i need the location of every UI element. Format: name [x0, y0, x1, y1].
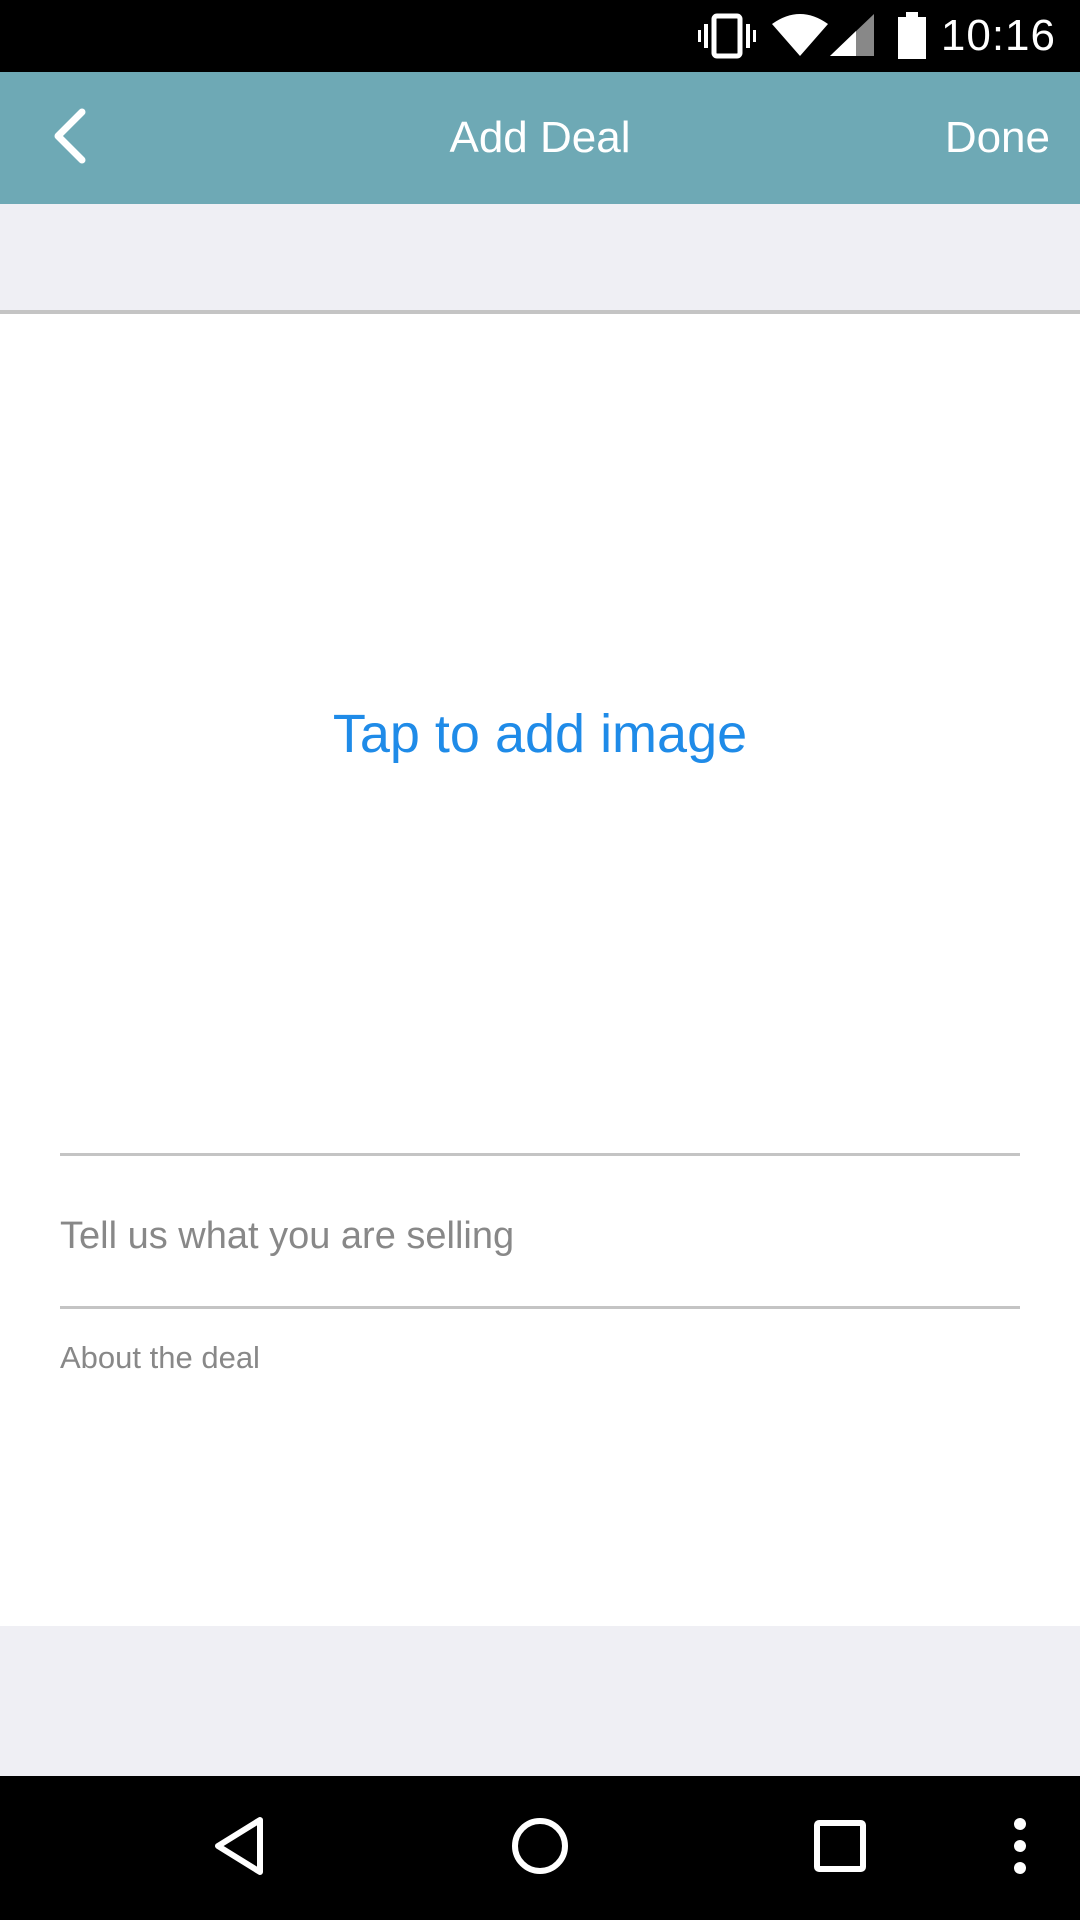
about-deal-input[interactable]	[60, 1340, 1020, 1600]
overflow-menu-button[interactable]	[990, 1798, 1050, 1898]
nav-recents-icon	[813, 1819, 867, 1878]
nav-home-button[interactable]	[490, 1798, 590, 1898]
app-bar: Add Deal Done	[0, 72, 1080, 204]
divider	[60, 1153, 1020, 1156]
nav-back-icon	[212, 1816, 268, 1881]
add-image-area[interactable]: Tap to add image	[0, 314, 1080, 1154]
status-bar: 10:16	[0, 0, 1080, 72]
top-band	[0, 204, 1080, 314]
navigation-bar	[0, 1776, 1080, 1920]
cell-signal-icon	[830, 12, 876, 65]
battery-icon	[896, 12, 928, 65]
bottom-band	[0, 1626, 1080, 1776]
chevron-left-icon	[48, 106, 92, 171]
divider	[60, 1306, 1020, 1309]
vibrate-icon	[698, 12, 756, 65]
status-time: 10:16	[940, 11, 1056, 60]
add-image-label: Tap to add image	[332, 704, 748, 764]
back-button[interactable]	[30, 98, 110, 178]
wifi-icon	[772, 12, 828, 65]
nav-recents-button[interactable]	[790, 1798, 890, 1898]
nav-home-icon	[510, 1816, 570, 1881]
page-title: Add Deal	[449, 113, 631, 162]
nav-back-button[interactable]	[190, 1798, 290, 1898]
deal-title-input[interactable]	[60, 1196, 1020, 1276]
done-button[interactable]: Done	[945, 72, 1050, 204]
add-deal-screen: 10:16 Add Deal Done Tap to add image	[0, 0, 1080, 1920]
overflow-menu-icon	[1013, 1816, 1027, 1881]
